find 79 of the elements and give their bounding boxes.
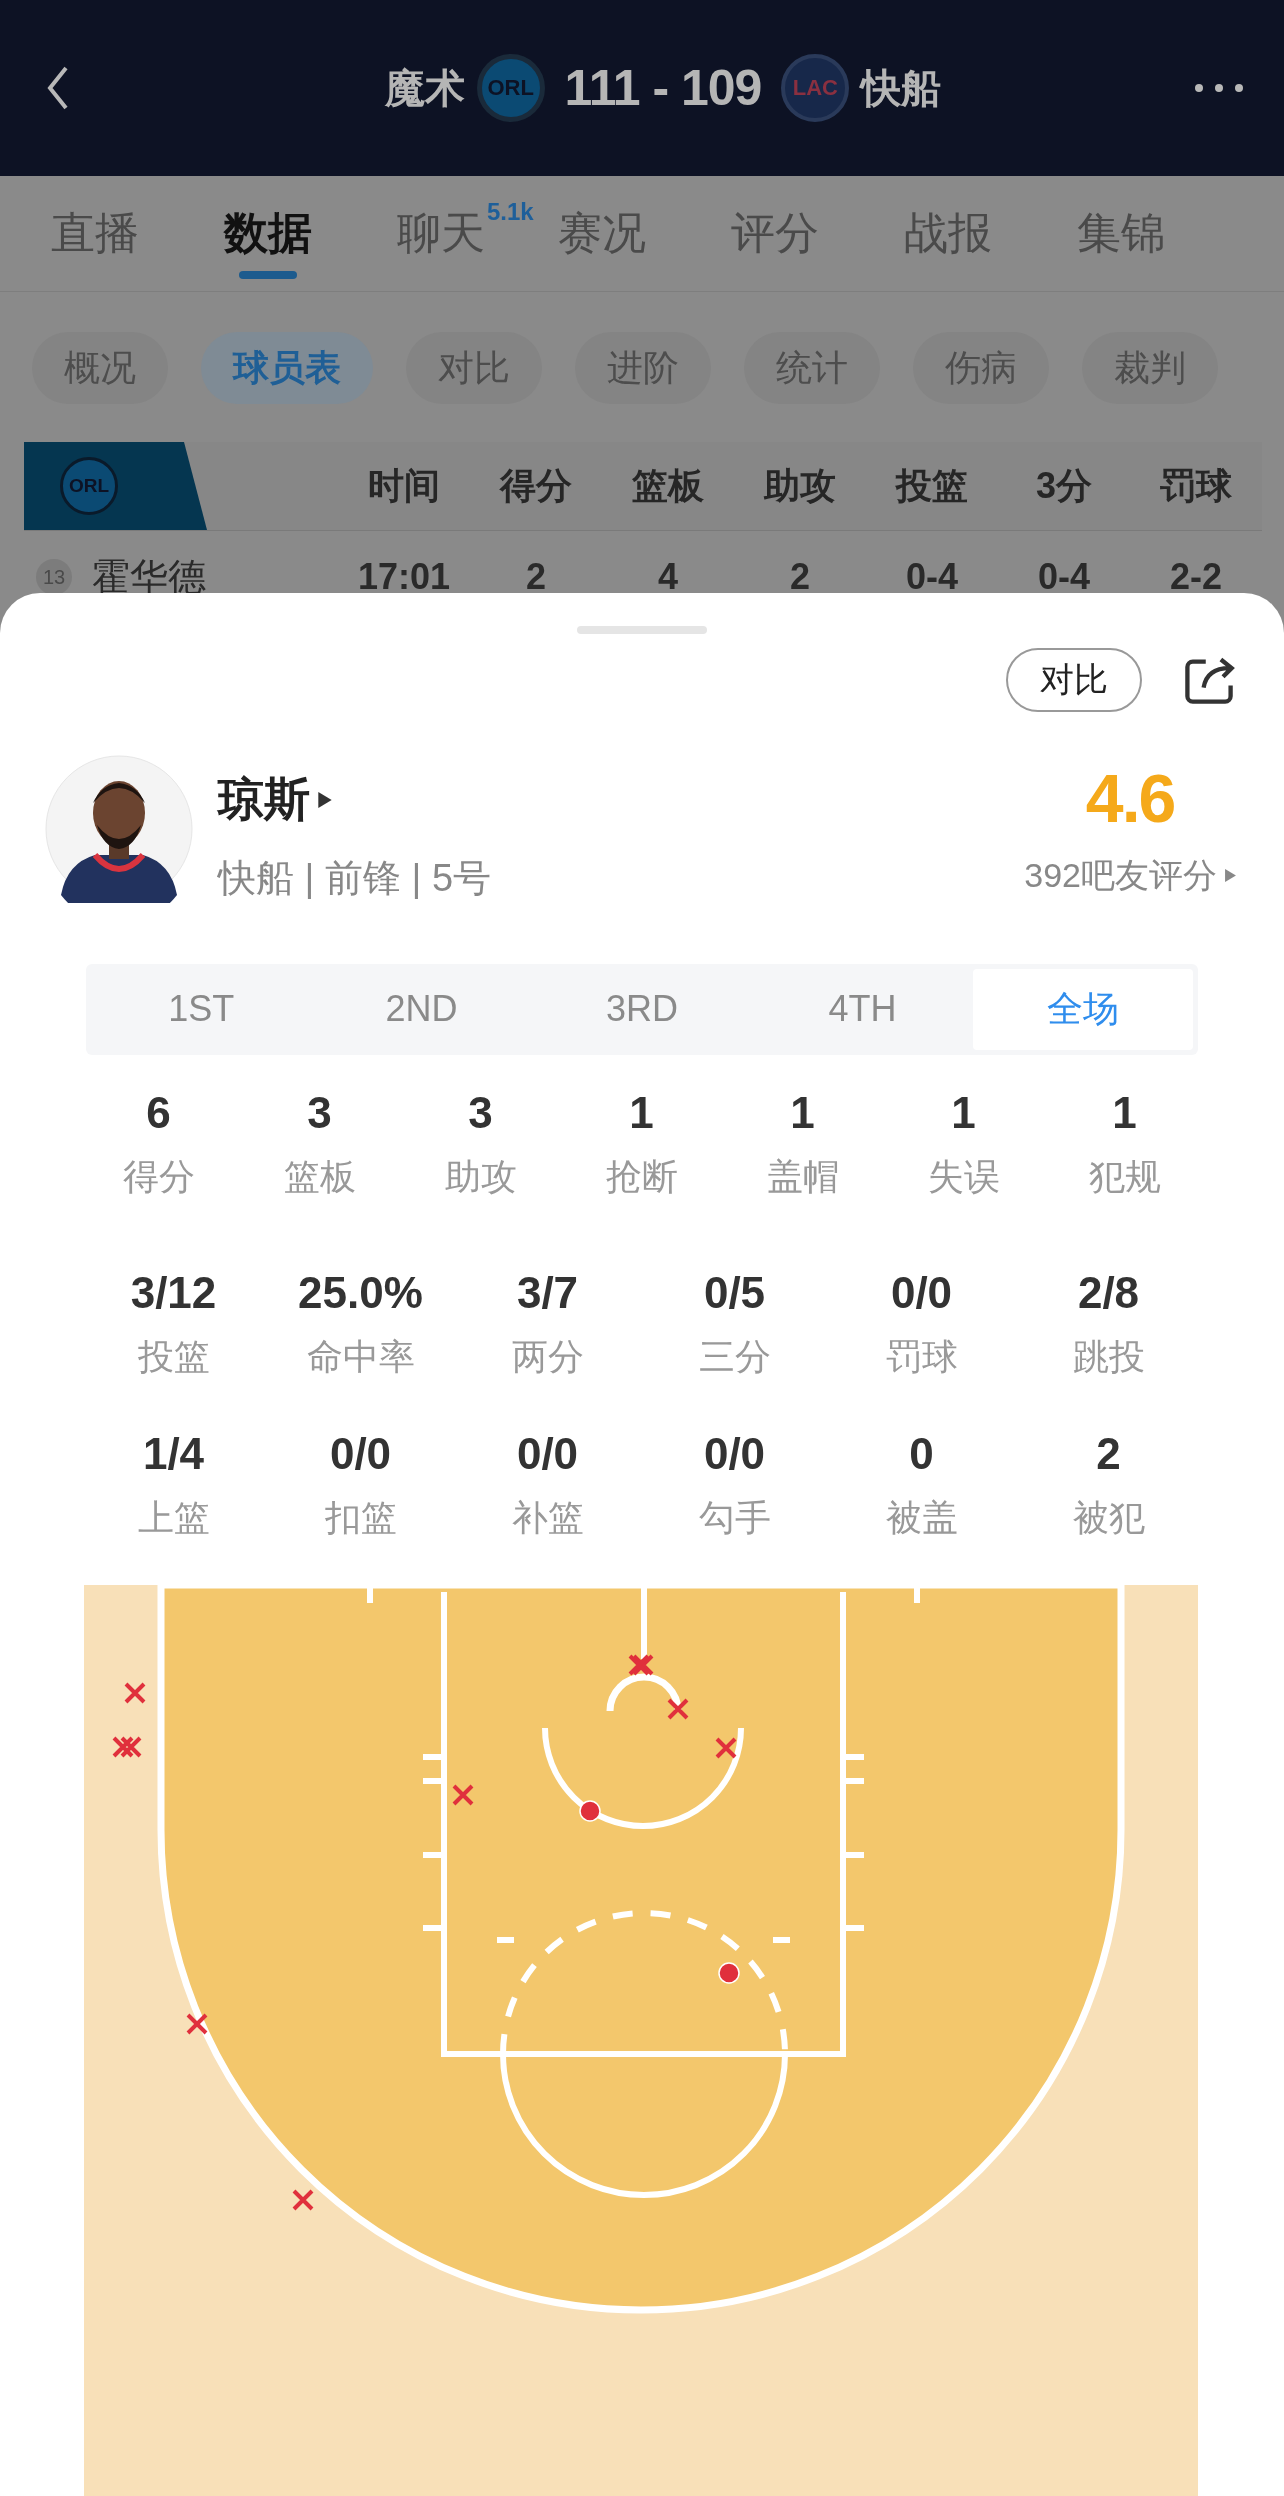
table-cell-text: 17:01 xyxy=(356,556,452,598)
column-header: 时间 xyxy=(367,463,441,508)
stat-label: 扣篮 xyxy=(324,1496,397,1540)
stat-value: 3/12 xyxy=(130,1269,217,1317)
filter-chip[interactable]: 球员表 xyxy=(201,332,373,404)
period-tab[interactable]: 1ST xyxy=(91,968,312,1050)
stat-value: 3 xyxy=(307,1089,332,1137)
column-header: 罚球 xyxy=(1159,463,1233,508)
player-info: 快船 | 前锋 | 5号 xyxy=(218,855,493,901)
player-name: 霍华德 xyxy=(92,554,206,600)
stat-label: 跳投 xyxy=(1072,1335,1145,1379)
tab[interactable]: 集锦 xyxy=(1076,176,1165,291)
stat-label: 命中率 xyxy=(306,1335,415,1379)
stat-label: 盖帽 xyxy=(766,1155,839,1199)
stat-value: 3 xyxy=(468,1089,493,1137)
stat-value: 0/0 xyxy=(516,1430,579,1478)
stat-label: 抢断 xyxy=(605,1155,678,1199)
player-name[interactable]: 琼斯 xyxy=(218,768,310,831)
stat-label: 被犯 xyxy=(1072,1496,1145,1540)
period-tab[interactable]: 全场 xyxy=(972,968,1194,1050)
stat-value: 6 xyxy=(146,1089,171,1137)
stat-label: 被盖 xyxy=(885,1496,958,1540)
stat-label: 助攻 xyxy=(444,1155,517,1199)
stat-value: 1 xyxy=(951,1089,976,1137)
stat-value: 1 xyxy=(629,1089,654,1137)
stat-label: 篮板 xyxy=(283,1155,356,1199)
table-cell-text: 0-4 xyxy=(905,556,959,598)
stat-value: 2 xyxy=(1096,1430,1121,1478)
table-cell-text: 2 xyxy=(789,556,811,598)
stat-label: 补篮 xyxy=(511,1496,584,1540)
stat-label: 投篮 xyxy=(137,1335,210,1379)
stat-label: 失误 xyxy=(927,1155,1000,1199)
column-header: 得分 xyxy=(498,463,573,508)
team-logo: ORL xyxy=(476,54,545,122)
stat-value: 0/0 xyxy=(890,1269,953,1317)
column-header: 投篮 xyxy=(894,463,969,508)
stat-label: 三分 xyxy=(698,1335,771,1379)
caret-icon[interactable] xyxy=(318,791,332,808)
tab[interactable]: 赛况 xyxy=(557,176,646,291)
table-cell-text: 0-4 xyxy=(1037,556,1091,598)
stat-value: 25.0% xyxy=(298,1269,423,1317)
tab[interactable]: 直播 xyxy=(51,176,139,291)
tab[interactable]: 数据 xyxy=(224,176,312,291)
table-cell-text: 4 xyxy=(657,556,679,598)
rating-score: 4.6 xyxy=(1085,758,1175,837)
team-logo: LAC xyxy=(781,54,850,122)
tab[interactable]: 战报 xyxy=(903,176,992,291)
stat-value: 2/8 xyxy=(1077,1269,1140,1317)
stat-value: 1 xyxy=(790,1089,815,1137)
stat-label: 得分 xyxy=(122,1155,195,1199)
stat-label: 勾手 xyxy=(698,1496,771,1540)
period-tab[interactable]: 3RD xyxy=(531,968,753,1050)
tab[interactable]: 评分 xyxy=(730,176,819,291)
team-name: 魔术 xyxy=(384,64,465,112)
period-tab[interactable]: 4TH xyxy=(752,968,973,1050)
stat-value: 0/0 xyxy=(329,1430,392,1478)
team-logo: ORL xyxy=(60,457,118,515)
stat-value: 1 xyxy=(1112,1089,1137,1137)
table-cell-text: 2-2 xyxy=(1169,556,1223,598)
table-cell-text: 2 xyxy=(525,556,547,598)
column-header: 篮板 xyxy=(631,463,705,508)
compare-button[interactable]: 对比 xyxy=(1006,647,1142,712)
team-name: 快船 xyxy=(861,64,942,112)
column-header: 助攻 xyxy=(762,463,837,508)
stat-value: 3/7 xyxy=(516,1269,579,1317)
stat-value: 0/5 xyxy=(703,1269,766,1317)
column-header: 3分 xyxy=(1035,463,1093,508)
stat-value: 0/0 xyxy=(703,1430,766,1478)
stat-label: 犯规 xyxy=(1088,1155,1161,1199)
more-icon[interactable] xyxy=(1194,83,1244,93)
stat-label: 上篮 xyxy=(137,1496,210,1540)
stat-label: 两分 xyxy=(511,1335,584,1379)
period-tab[interactable]: 2ND xyxy=(311,968,532,1050)
stat-label: 罚球 xyxy=(885,1335,958,1379)
stat-value: 0 xyxy=(909,1430,934,1478)
drag-handle[interactable] xyxy=(577,626,707,634)
rating-count-link[interactable]: 392吧友评分 xyxy=(1024,852,1217,899)
score: 111 - 109 xyxy=(564,59,762,117)
stat-value: 1/4 xyxy=(142,1430,205,1478)
